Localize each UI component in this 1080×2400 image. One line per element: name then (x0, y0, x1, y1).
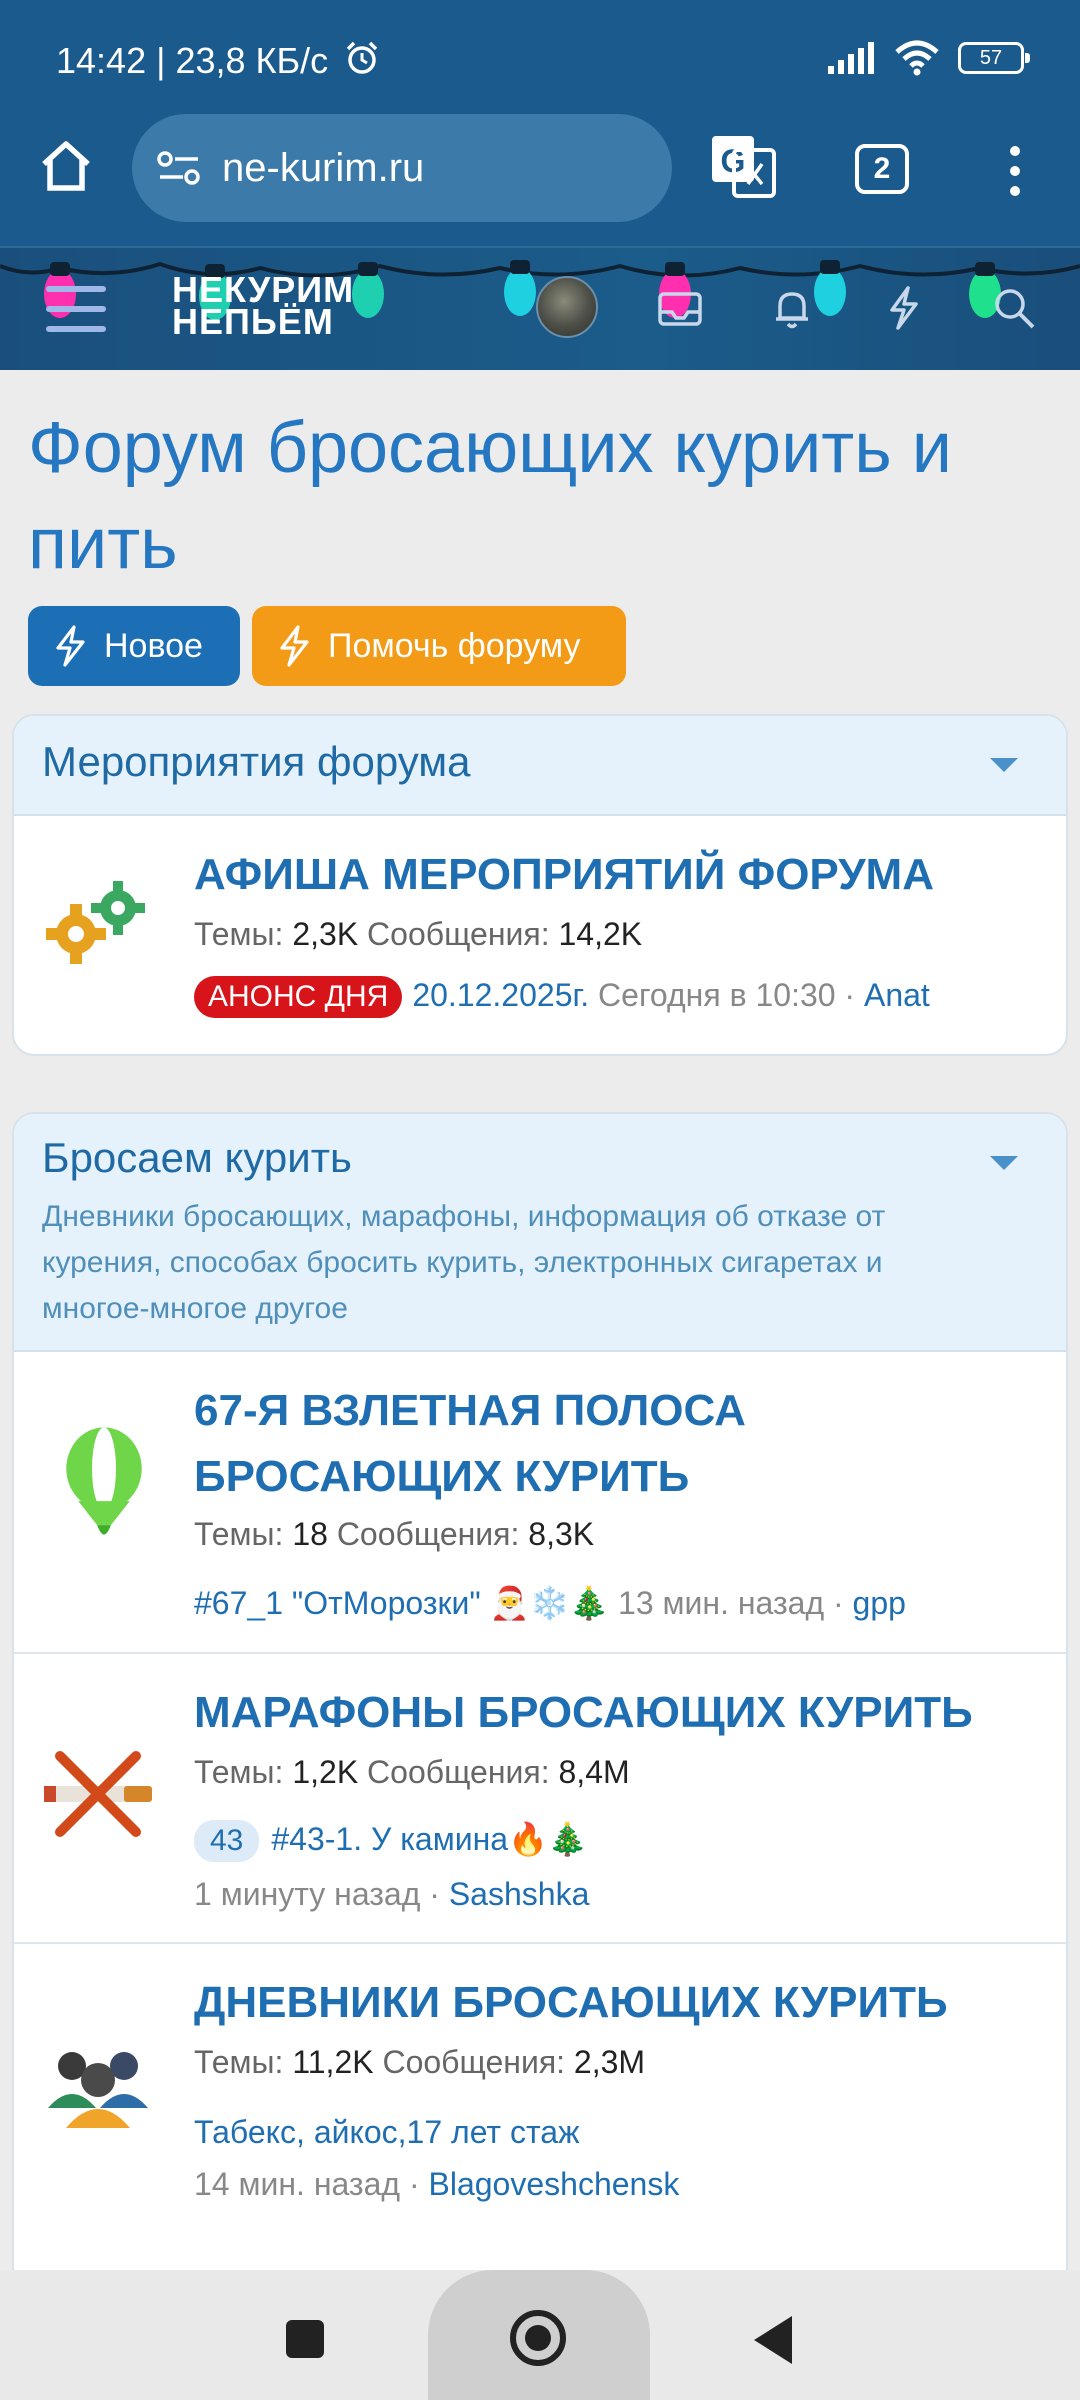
site-header: НЕКУРИМ НЕПЬЁМ (0, 246, 1080, 370)
url-bar-row: ne-kurim.ru G 2 (0, 112, 1080, 232)
recents-icon[interactable] (286, 2320, 324, 2358)
threads-count: 18 (292, 1516, 328, 1552)
latest-thread-row: Табекс, айкос,17 лет стаж (194, 2114, 579, 2151)
users-icon (48, 2052, 148, 2128)
category-quit-smoking: Бросаем курить Дневники бросающих, мараф… (12, 1112, 1068, 2270)
forum-stats: Темы: 2,3K Сообщения: 14,2K (194, 916, 642, 953)
messages-count: 2,3M (573, 2044, 646, 2080)
forum-node[interactable]: МАРАФОНЫ БРОСАЮЩИХ КУРИТЬ Темы: 1,2K Соо… (14, 1654, 1066, 1944)
forum-title[interactable]: ДНЕВНИКИ БРОСАЮЩИХ КУРИТЬ (194, 1970, 948, 2036)
messages-label: Сообщения: (382, 2044, 566, 2080)
latest-thread-link[interactable]: 20.12.2025г. (412, 977, 589, 1013)
forum-title[interactable]: АФИША МЕРОПРИЯТИЙ ФОРУМА (194, 842, 934, 908)
new-button[interactable]: Новое (28, 606, 240, 686)
battery-icon: 57 (958, 42, 1030, 74)
avatar[interactable] (536, 276, 598, 338)
latest-thread-link[interactable]: Табекс, айкос,17 лет стаж (194, 2114, 579, 2150)
latest-time: 13 мин. назад · (618, 1585, 844, 1621)
status-time: 14:42 | 23,8 КБ/с (56, 40, 329, 81)
home-icon[interactable] (510, 2310, 566, 2366)
threads-label: Темы: (194, 916, 284, 952)
collapse-caret-icon[interactable] (990, 1156, 1018, 1170)
balloon-icon (66, 1427, 142, 1535)
page-content: Форум бросающих курить и пить Новое Помо… (0, 370, 1080, 2270)
lightning-icon[interactable] (878, 282, 930, 334)
lightning-icon (280, 625, 309, 667)
menu-icon[interactable] (46, 286, 106, 336)
status-icons: 57 (828, 40, 1030, 76)
forum-node[interactable]: ДНЕВНИКИ БРОСАЮЩИХ КУРИТЬ Темы: 11,2K Со… (14, 1944, 1066, 2234)
latest-user-link[interactable]: Sashshka (449, 1876, 590, 1912)
page-title: Форум бросающих курить и пить (28, 408, 953, 584)
status-badge: АНОНС ДНЯ (194, 976, 403, 1018)
latest-post: 14 мин. назад · Blagoveshchensk (194, 2166, 679, 2203)
forum-stats: Темы: 18 Сообщения: 8,3K (194, 1516, 594, 1553)
latest-user-link[interactable]: Blagoveshchensk (429, 2166, 680, 2202)
threads-label: Темы: (194, 2044, 284, 2080)
alarm-icon (346, 41, 378, 74)
help-forum-button[interactable]: Помочь форуму (252, 606, 626, 686)
latest-time: 14 мин. назад · (194, 2166, 420, 2202)
threads-label: Темы: (194, 1754, 284, 1790)
messages-label: Сообщения: (336, 1516, 520, 1552)
signal-icon (828, 42, 874, 74)
category-description: Дневники бросающих, марафоны, информация… (42, 1200, 886, 1325)
inbox-icon[interactable] (654, 282, 706, 334)
category-header[interactable]: Бросаем курить Дневники бросающих, мараф… (14, 1114, 1066, 1352)
threads-label: Темы: (194, 1516, 284, 1552)
latest-post: 1 минуту назад · Sashshka (194, 1876, 589, 1913)
category-title: Бросаем курить (42, 1134, 352, 1181)
gears-icon (46, 881, 145, 964)
forum-stats: Темы: 1,2K Сообщения: 8,4M (194, 1754, 630, 1791)
thread-number-badge: 43 (194, 1820, 260, 1862)
forum-title[interactable]: 67-Я ВЗЛЕТНАЯ ПОЛОСА БРОСАЮЩИХ КУРИТЬ (194, 1378, 1014, 1510)
wifi-icon (895, 40, 939, 76)
threads-count: 2,3K (292, 916, 359, 952)
lightning-icon (56, 625, 85, 667)
latest-time: 1 минуту назад · (194, 1876, 440, 1912)
tabs-icon[interactable]: 2 (855, 144, 909, 194)
messages-label: Сообщения: (367, 916, 550, 952)
logo-line2: НЕПЬЁМ (172, 301, 334, 342)
forum-node[interactable]: АФИША МЕРОПРИЯТИЙ ФОРУМА Темы: 2,3K Сооб… (14, 816, 1066, 1054)
status-bar: 14:42 | 23,8 КБ/с 57 (0, 0, 1080, 120)
latest-thread-link[interactable]: #43-1. У камина🔥🎄 (271, 1821, 587, 1857)
system-nav-bar (0, 2270, 1080, 2400)
latest-time: Сегодня в 10:30 · (598, 977, 856, 1013)
collapse-caret-icon[interactable] (990, 758, 1018, 772)
home-icon[interactable] (36, 136, 96, 196)
messages-count: 14,2K (558, 916, 643, 952)
latest-post: #67_1 "ОтМорозки" 🎅❄️🎄 13 мин. назад · g… (194, 1584, 906, 1622)
address-bar[interactable]: ne-kurim.ru (132, 114, 672, 222)
bell-icon[interactable] (766, 282, 818, 334)
threads-count: 11,2K (292, 2044, 374, 2080)
url-text: ne-kurim.ru (222, 145, 425, 190)
latest-user-link[interactable]: Anat (864, 977, 930, 1013)
category-header[interactable]: Мероприятия форума (14, 716, 1066, 816)
category-title: Мероприятия форума (42, 738, 471, 785)
forum-title[interactable]: МАРАФОНЫ БРОСАЮЩИХ КУРИТЬ (194, 1680, 973, 1746)
latest-thread-link[interactable]: #67_1 "ОтМорозки" 🎅❄️🎄 (194, 1585, 609, 1621)
forum-stats: Темы: 11,2K Сообщения: 2,3M (194, 2044, 645, 2081)
messages-count: 8,3K (528, 1516, 595, 1552)
forum-node[interactable]: 67-Я ВЗЛЕТНАЯ ПОЛОСА БРОСАЮЩИХ КУРИТЬ Те… (14, 1352, 1066, 1654)
search-icon[interactable] (988, 282, 1040, 334)
category-events: Мероприятия форума АФИША МЕРОПРИЯТИЙ ФОР… (12, 714, 1068, 1056)
menu-icon[interactable] (1000, 142, 1030, 198)
messages-label: Сообщения: (367, 1754, 550, 1790)
new-button-label: Новое (104, 626, 203, 665)
latest-user-link[interactable]: gpp (853, 1585, 906, 1621)
site-logo[interactable]: НЕКУРИМ НЕПЬЁМ (172, 272, 354, 342)
browser-chrome: 14:42 | 23,8 КБ/с 57 ne-kurim.ru G 2 (0, 0, 1080, 246)
no-smoking-icon (44, 1751, 152, 1837)
latest-thread-row: 43 #43-1. У камина🔥🎄 (194, 1820, 588, 1862)
translate-icon[interactable]: G (710, 134, 776, 198)
threads-count: 1,2K (292, 1754, 359, 1790)
back-icon[interactable] (754, 2316, 792, 2364)
messages-count: 8,4M (558, 1754, 630, 1790)
help-forum-button-label: Помочь форуму (328, 626, 581, 665)
site-settings-icon[interactable] (156, 148, 202, 188)
latest-post: АНОНС ДНЯ 20.12.2025г. Сегодня в 10:30 · … (194, 976, 930, 1018)
